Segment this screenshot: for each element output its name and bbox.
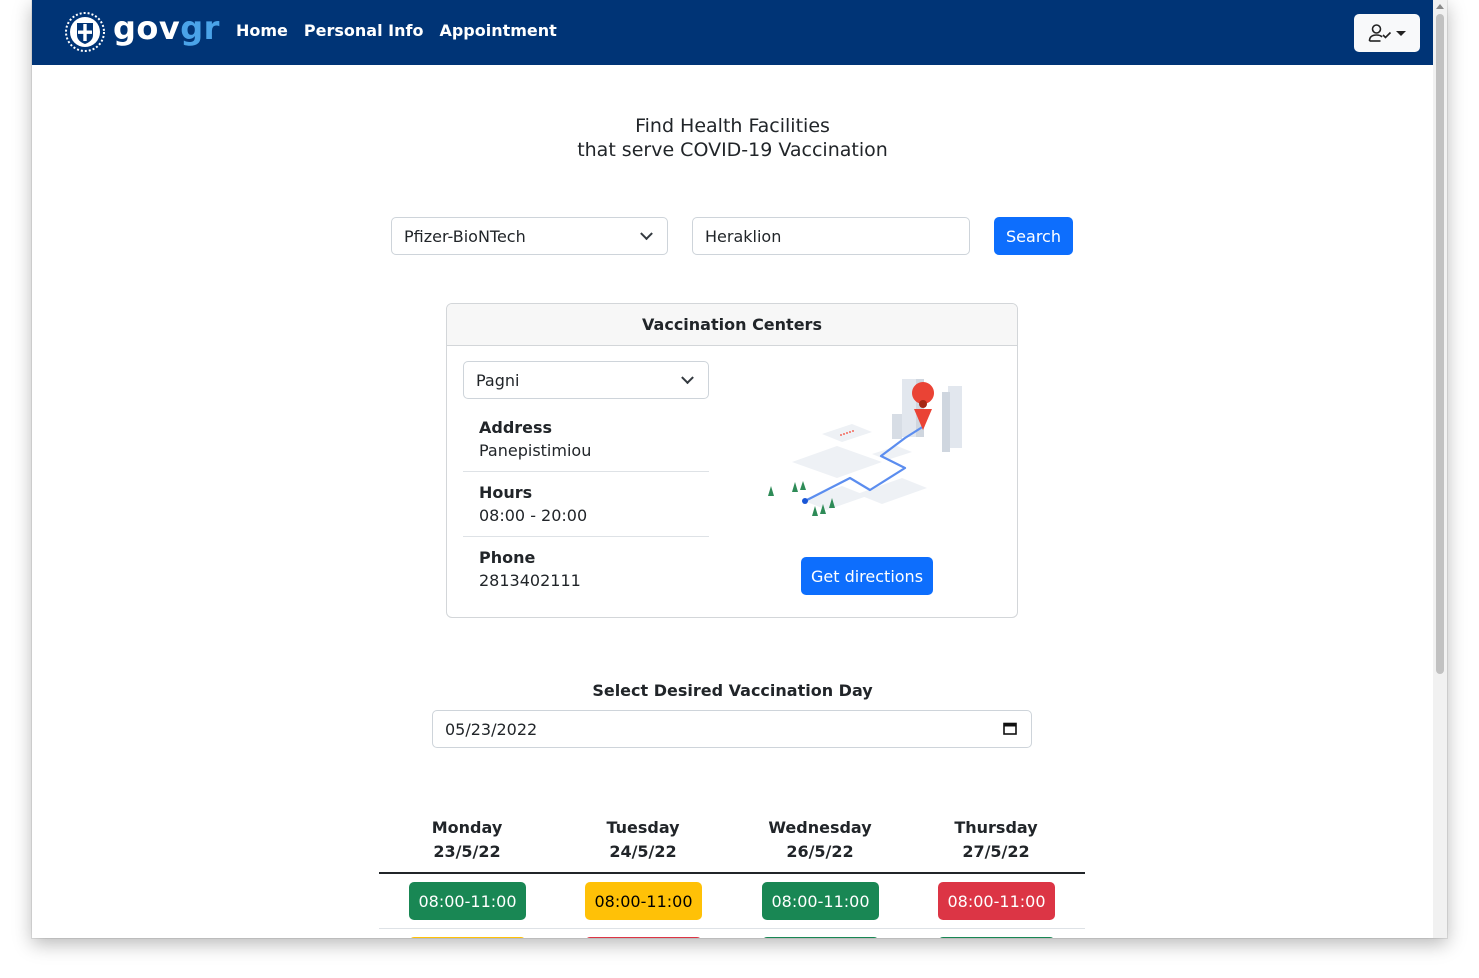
- top-navbar: govgr Home Personal Info Appointment: [32, 0, 1433, 65]
- nav-appointment-link[interactable]: Appointment: [439, 21, 556, 40]
- row-divider: [379, 928, 1085, 929]
- slot-tuesday[interactable]: 08:00-11:00: [585, 882, 702, 920]
- column-header: Monday 23/5/22: [379, 816, 555, 864]
- slot-next-row[interactable]: [762, 937, 879, 938]
- column-date: 27/5/22: [962, 842, 1030, 861]
- column-header: Thursday 27/5/22: [908, 816, 1084, 864]
- column-day: Wednesday: [768, 818, 872, 837]
- browser-window: govgr Home Personal Info Appointment Fin…: [32, 0, 1447, 938]
- date-input[interactable]: 05/23/2022: [432, 710, 1032, 748]
- scroll-up-icon[interactable]: [1436, 4, 1444, 9]
- slot-next-row[interactable]: [409, 937, 526, 938]
- hours-label: Hours: [479, 483, 533, 502]
- phone-value: 2813402111: [479, 571, 581, 590]
- table-header-rule: [379, 872, 1085, 874]
- page-title-line1: Find Health Facilities: [635, 115, 830, 137]
- chevron-down-icon: [681, 371, 694, 385]
- get-directions-button[interactable]: Get directions: [801, 557, 933, 595]
- date-input-value: 05/23/2022: [445, 719, 538, 739]
- brand-text: govgr: [113, 9, 220, 47]
- vaccine-select[interactable]: Pfizer-BioNTech: [391, 217, 668, 255]
- brand-gr: gr: [180, 9, 220, 47]
- page-title: Find Health Facilities that serve COVID-…: [32, 114, 1433, 162]
- city-input[interactable]: [692, 217, 970, 255]
- address-label: Address: [479, 418, 553, 437]
- slot-monday[interactable]: 08:00-11:00: [409, 882, 526, 920]
- chevron-down-icon: [640, 227, 653, 241]
- column-header: Tuesday 24/5/22: [555, 816, 731, 864]
- column-day: Monday: [431, 818, 503, 837]
- scrollbar-thumb[interactable]: [1436, 14, 1444, 674]
- card-header: Vaccination Centers: [447, 304, 1017, 346]
- calendar-icon[interactable]: [1003, 722, 1017, 735]
- page-title-line2: that serve COVID-19 Vaccination: [577, 139, 888, 161]
- center-select[interactable]: Pagni: [463, 361, 709, 399]
- slot-thursday[interactable]: 08:00-11:00: [938, 882, 1055, 920]
- nav-personal-info-link[interactable]: Personal Info: [304, 21, 424, 40]
- govgr-logo[interactable]: govgr: [64, 9, 220, 53]
- phone-item: Phone 2813402111: [463, 547, 709, 593]
- divider: [463, 536, 709, 537]
- column-day: Thursday: [954, 818, 1038, 837]
- center-select-value: Pagni: [476, 370, 520, 390]
- address-item: Address Panepistimiou: [463, 417, 709, 463]
- hours-value: 08:00 - 20:00: [479, 506, 588, 525]
- map-route-illustration: [768, 379, 962, 516]
- divider: [463, 471, 709, 472]
- slot-wednesday[interactable]: 08:00-11:00: [762, 882, 879, 920]
- column-day: Tuesday: [606, 818, 680, 837]
- search-button[interactable]: Search: [994, 217, 1073, 255]
- day-select-label: Select Desired Vaccination Day: [592, 681, 873, 700]
- column-header: Wednesday 26/5/22: [732, 816, 908, 864]
- vaccine-select-value: Pfizer-BioNTech: [404, 226, 526, 246]
- nav-links: Home Personal Info Appointment: [236, 21, 557, 40]
- phone-label: Phone: [479, 548, 536, 567]
- slot-next-row[interactable]: [938, 937, 1055, 938]
- column-date: 23/5/22: [433, 842, 501, 861]
- hours-item: Hours 08:00 - 20:00: [463, 482, 709, 528]
- nav-home-link[interactable]: Home: [236, 21, 288, 40]
- brand-gov: gov: [113, 9, 181, 47]
- slot-next-row[interactable]: [585, 937, 702, 938]
- greek-emblem-icon: [65, 12, 105, 52]
- column-date: 26/5/22: [786, 842, 854, 861]
- scrollbar[interactable]: [1433, 0, 1447, 938]
- user-check-icon: [1368, 24, 1392, 42]
- column-date: 24/5/22: [609, 842, 677, 861]
- user-menu-button[interactable]: [1354, 14, 1420, 52]
- dropdown-caret-icon: [1396, 30, 1406, 36]
- address-value: Panepistimiou: [479, 441, 592, 460]
- vaccination-centers-card: Vaccination Centers Pagni Address Panepi…: [446, 303, 1018, 618]
